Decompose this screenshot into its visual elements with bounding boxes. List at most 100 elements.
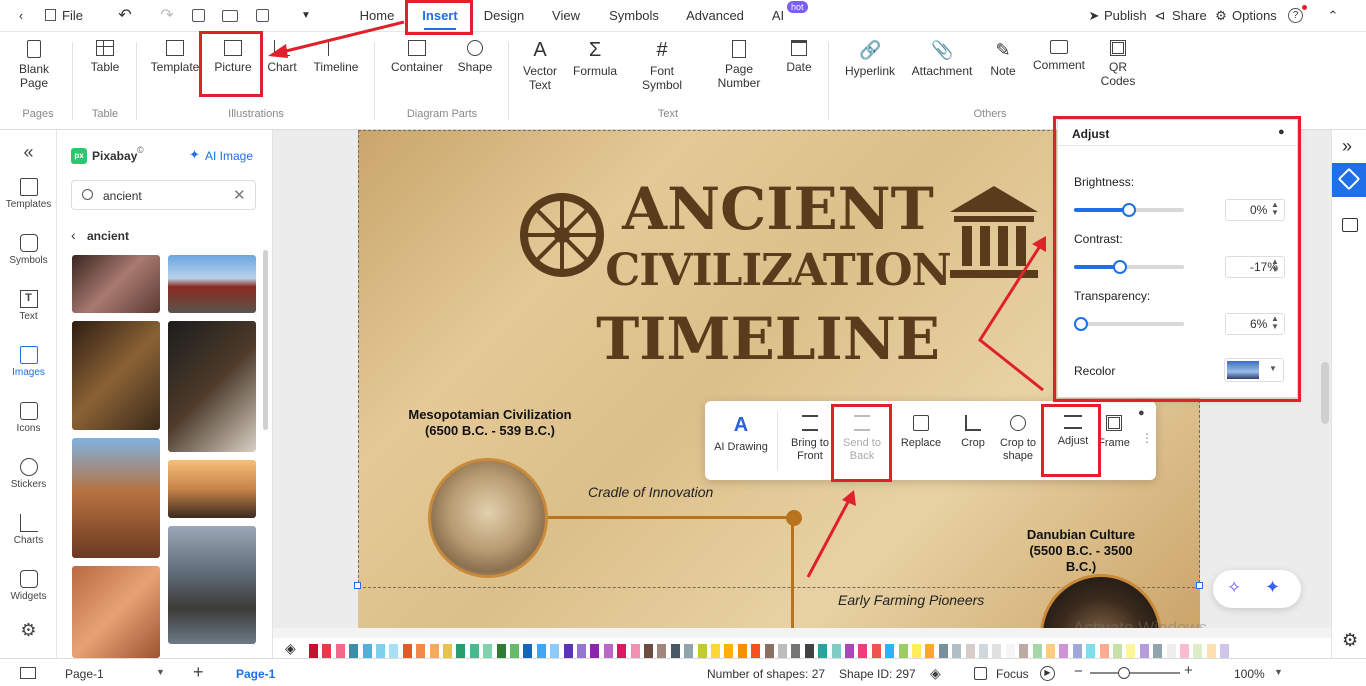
color-swatch[interactable] xyxy=(804,644,814,658)
color-swatch[interactable] xyxy=(510,644,519,658)
redo-icon[interactable]: ↷ xyxy=(158,0,176,32)
color-swatch[interactable] xyxy=(523,644,533,658)
chart-button[interactable]: Chart xyxy=(264,40,300,74)
options-button[interactable]: Options xyxy=(1232,0,1278,32)
date-button[interactable]: Date xyxy=(782,40,816,74)
color-swatch[interactable] xyxy=(764,644,774,658)
color-swatch[interactable] xyxy=(979,644,988,658)
color-swatch[interactable] xyxy=(603,644,613,658)
vector-text-button[interactable]: A Vector Text xyxy=(518,40,562,92)
back-icon[interactable]: ‹ xyxy=(14,0,28,32)
zoom-slider[interactable] xyxy=(1090,672,1180,674)
hyperlink-button[interactable]: 🔗 Hyperlink xyxy=(840,40,900,78)
print-icon[interactable] xyxy=(222,10,238,22)
image-thumbnail[interactable] xyxy=(72,438,160,558)
color-swatch[interactable] xyxy=(1072,644,1082,658)
publish-button[interactable]: Publish xyxy=(1104,0,1148,32)
color-swatch[interactable] xyxy=(684,644,694,658)
tab-home[interactable]: Home xyxy=(352,0,402,32)
color-swatch[interactable] xyxy=(322,644,332,658)
qr-codes-button[interactable]: QR Codes xyxy=(1098,40,1138,88)
color-swatch[interactable] xyxy=(992,644,1002,658)
save-icon[interactable] xyxy=(192,9,205,22)
color-swatch[interactable] xyxy=(1126,644,1136,658)
collapse-sidebar-icon[interactable]: « xyxy=(0,142,57,163)
color-swatch[interactable] xyxy=(871,644,881,658)
table-button[interactable]: Table xyxy=(88,40,122,74)
color-swatch[interactable] xyxy=(831,644,841,658)
color-swatch[interactable] xyxy=(657,644,667,658)
sidebar-item-widgets[interactable]: Widgets xyxy=(0,570,57,602)
vertical-scrollbar[interactable] xyxy=(1321,362,1329,424)
color-swatch[interactable] xyxy=(1113,644,1122,658)
color-swatch[interactable] xyxy=(952,644,962,658)
tab-design[interactable]: Design xyxy=(478,0,530,32)
pin-icon[interactable]: ● xyxy=(1138,407,1145,419)
chevron-down-icon[interactable]: ▼ xyxy=(1274,667,1283,677)
image-thumbnail[interactable] xyxy=(168,255,256,313)
back-chevron-icon[interactable]: ‹ xyxy=(71,227,76,243)
timeline-button[interactable]: Timeline xyxy=(310,40,362,74)
clear-icon[interactable]: ✕ xyxy=(233,186,246,204)
share-button[interactable]: Share xyxy=(1172,0,1207,32)
tab-ai[interactable]: AI xyxy=(770,0,786,32)
color-swatch[interactable] xyxy=(912,644,921,658)
expand-panel-icon[interactable]: » xyxy=(1342,136,1352,157)
color-swatch[interactable] xyxy=(845,644,854,658)
color-swatch[interactable] xyxy=(376,644,385,658)
color-swatch[interactable] xyxy=(938,644,948,658)
color-swatch[interactable] xyxy=(711,644,720,658)
shape-button[interactable]: Shape xyxy=(454,40,496,74)
color-swatch[interactable] xyxy=(362,644,372,658)
image-thumbnail[interactable] xyxy=(72,255,160,313)
color-swatch[interactable] xyxy=(644,644,653,658)
customize-icon[interactable]: ▼ xyxy=(300,0,312,32)
image-thumbnail[interactable] xyxy=(168,460,256,518)
color-swatch[interactable] xyxy=(1086,644,1096,658)
media-icon[interactable] xyxy=(1342,218,1358,232)
color-swatch[interactable] xyxy=(563,644,573,658)
collapse-icon[interactable]: ⌃ xyxy=(1326,0,1340,32)
formula-button[interactable]: Σ Formula xyxy=(570,40,620,78)
play-icon[interactable]: ▶ xyxy=(1040,666,1055,681)
fill-tool-button[interactable] xyxy=(1332,163,1366,197)
color-swatch[interactable] xyxy=(925,644,935,658)
color-swatch[interactable] xyxy=(858,644,868,658)
color-swatch[interactable] xyxy=(885,644,895,658)
file-menu[interactable]: File xyxy=(62,0,86,32)
zoom-in-icon[interactable]: + xyxy=(1184,662,1193,679)
panel-scrollbar[interactable] xyxy=(263,250,268,430)
color-swatch[interactable] xyxy=(1153,644,1163,658)
crop-button[interactable]: Crop xyxy=(955,415,991,450)
image-search-input[interactable]: ancient ✕ xyxy=(71,180,256,210)
color-swatch[interactable] xyxy=(429,644,439,658)
color-swatch[interactable] xyxy=(469,644,479,658)
ai-drawing-button[interactable]: A AI Drawing xyxy=(711,415,771,454)
color-swatch[interactable] xyxy=(1180,644,1189,658)
replace-button[interactable]: Replace xyxy=(897,415,945,450)
page-view-icon[interactable] xyxy=(20,667,36,679)
color-swatch[interactable] xyxy=(965,644,975,658)
color-swatch[interactable] xyxy=(630,644,640,658)
sidebar-item-text[interactable]: T Text xyxy=(0,290,57,322)
help-icon[interactable]: ? xyxy=(1288,8,1303,23)
selection-handle[interactable] xyxy=(1196,582,1203,589)
undo-icon[interactable]: ↶ xyxy=(116,0,134,32)
font-symbol-button[interactable]: # Font Symbol xyxy=(636,40,688,92)
zoom-level[interactable]: 100% xyxy=(1234,667,1265,681)
image-thumbnail[interactable] xyxy=(72,566,160,658)
color-swatch[interactable] xyxy=(1046,644,1055,658)
sidebar-item-charts[interactable]: Charts xyxy=(0,514,57,546)
blank-page-button[interactable]: Blank Page xyxy=(16,40,52,90)
color-swatch[interactable] xyxy=(697,644,707,658)
color-swatch[interactable] xyxy=(617,644,627,658)
color-swatch[interactable] xyxy=(737,644,747,658)
layers-icon[interactable]: ◈ xyxy=(930,665,941,682)
settings-icon[interactable]: ⚙ xyxy=(1342,630,1358,651)
crop-to-shape-button[interactable]: Crop to shape xyxy=(995,415,1041,463)
color-swatch[interactable] xyxy=(483,644,493,658)
color-swatch[interactable] xyxy=(1206,644,1216,658)
image-thumbnail[interactable] xyxy=(72,321,160,430)
sidebar-item-stickers[interactable]: Stickers xyxy=(0,458,57,490)
color-swatch[interactable] xyxy=(349,644,359,658)
